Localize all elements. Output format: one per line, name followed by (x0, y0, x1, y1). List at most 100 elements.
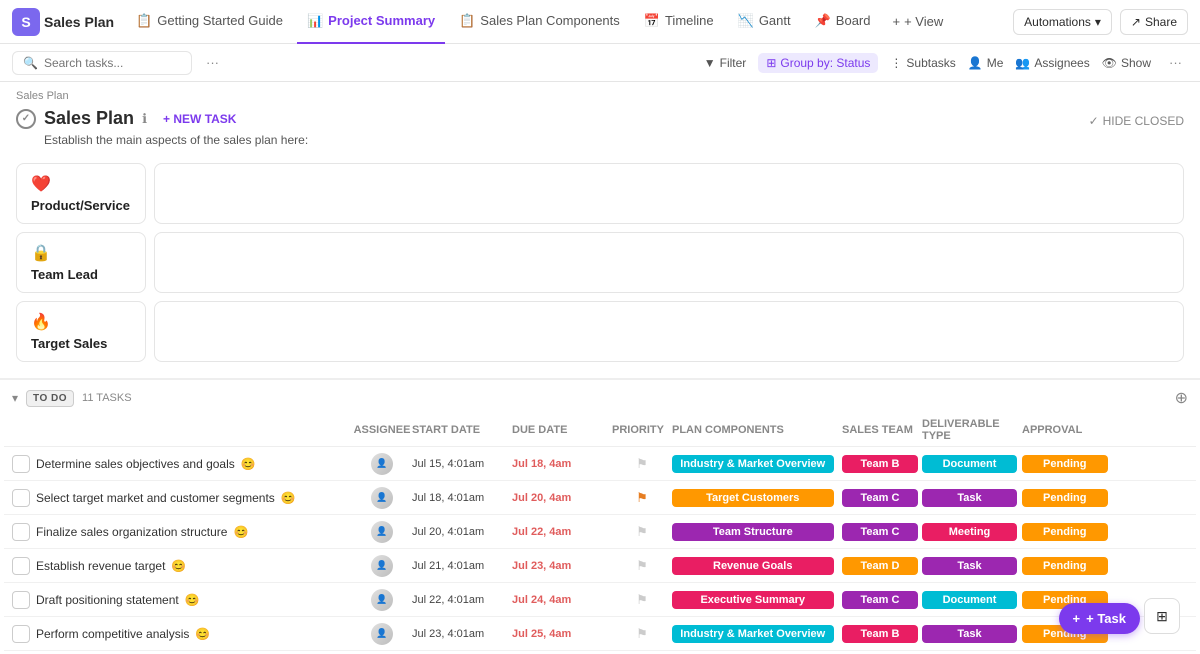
col-header-due: DUE DATE (512, 424, 612, 436)
task-checkbox-5[interactable] (12, 625, 30, 643)
approval-col-1: Pending (1022, 489, 1112, 507)
tab-getting-started[interactable]: 📋 Getting Started Guide (126, 0, 293, 44)
task-name-2[interactable]: Finalize sales organization structure (36, 525, 227, 539)
share-icon: ↗ (1131, 15, 1141, 29)
sales-team-badge-2: Team C (842, 523, 918, 541)
task-checkbox-4[interactable] (12, 591, 30, 609)
deliverable-col-3: Task (922, 557, 1022, 575)
task-name-1[interactable]: Select target market and customer segmen… (36, 491, 275, 505)
automations-btn[interactable]: Automations ▾ (1013, 9, 1112, 35)
task-checkbox-1[interactable] (12, 489, 30, 507)
tab-project-summary[interactable]: 📊 Project Summary (297, 0, 445, 44)
team-lead-card[interactable]: 🔒 Team Lead (16, 232, 146, 293)
tab-timeline[interactable]: 📅 Timeline (634, 0, 724, 44)
avatar-0: 👤 (371, 453, 393, 475)
task-name-4[interactable]: Draft positioning statement (36, 593, 179, 607)
assignees-icon: 👥 (1015, 56, 1030, 70)
sales-team-col-5: Team B (842, 625, 922, 643)
task-name-0[interactable]: Determine sales objectives and goals (36, 457, 235, 471)
project-header: ✓ Sales Plan ℹ + NEW TASK ✓ HIDE CLOSED … (0, 104, 1200, 155)
sales-team-col-2: Team C (842, 523, 922, 541)
breadcrumb: Sales Plan (0, 82, 1200, 104)
team-lead-emoji: 🔒 (31, 243, 131, 263)
hide-closed-btn[interactable]: ✓ HIDE CLOSED (1089, 114, 1184, 128)
task-name-col-5: Perform competitive analysis 😊 (36, 627, 352, 641)
project-name: Sales Plan (44, 14, 114, 30)
floating-task-btn[interactable]: + + Task (1059, 603, 1140, 634)
share-btn[interactable]: ↗ Share (1120, 9, 1188, 35)
task-count: 11 TASKS (82, 392, 132, 404)
info-cards-panel: ❤️ Product/Service 🔒 Team Lead 🔥 Target … (0, 155, 1200, 378)
group-by-btn[interactable]: ⊞ Group by: Status (758, 53, 878, 73)
task-name-col-4: Draft positioning statement 😊 (36, 593, 352, 607)
project-status-icon[interactable]: ✓ (16, 109, 36, 129)
filter-icon: ▼ (704, 56, 716, 70)
search-box[interactable]: 🔍 (12, 51, 192, 75)
target-sales-card[interactable]: 🔥 Target Sales (16, 301, 146, 362)
avatar-3: 👤 (371, 555, 393, 577)
tab-gantt-icon: 📉 (738, 13, 754, 29)
deliverable-badge-3: Task (922, 557, 1017, 575)
tab-gantt[interactable]: 📉 Gantt (728, 0, 801, 44)
add-view-btn[interactable]: + + View (885, 14, 952, 29)
subtasks-btn[interactable]: ⋮ Subtasks (890, 56, 955, 70)
plan-badge-2: Team Structure (672, 523, 834, 541)
filter-btn[interactable]: ▼ Filter (704, 56, 747, 70)
tab-board-icon: 📌 (815, 13, 831, 29)
add-icon: + (893, 14, 901, 29)
deliverable-col-5: Task (922, 625, 1022, 643)
tab-board[interactable]: 📌 Board (805, 0, 881, 44)
start-col-3: Jul 21, 4:01am (412, 560, 512, 572)
section-toggle-icon[interactable]: ▾ (12, 391, 18, 405)
assignees-btn[interactable]: 👥 Assignees (1015, 56, 1089, 70)
me-btn[interactable]: 👤 Me (968, 56, 1004, 70)
sales-team-col-1: Team C (842, 489, 922, 507)
task-checkbox-3[interactable] (12, 557, 30, 575)
due-col-4: Jul 24, 4am (512, 594, 612, 606)
start-col-1: Jul 18, 4:01am (412, 492, 512, 504)
tab-board-label: Board (836, 13, 871, 28)
hide-closed-label: HIDE CLOSED (1103, 114, 1184, 128)
toolbar: 🔍 ··· ▼ Filter ⊞ Group by: Status ⋮ Subt… (0, 44, 1200, 82)
top-nav: S Sales Plan 📋 Getting Started Guide 📊 P… (0, 0, 1200, 44)
col-header-priority: PRIORITY (612, 424, 672, 436)
task-checkbox-0[interactable] (12, 455, 30, 473)
approval-badge-3: Pending (1022, 557, 1108, 575)
task-name-3[interactable]: Establish revenue target (36, 559, 165, 573)
filter-label: Filter (720, 56, 747, 70)
task-emoji-2: 😊 (233, 525, 248, 539)
deliverable-badge-2: Meeting (922, 523, 1017, 541)
show-btn[interactable]: 👁 Show (1102, 56, 1151, 70)
toolbar-more-icon[interactable]: ··· (1163, 53, 1188, 72)
more-options-icon[interactable]: ··· (200, 53, 225, 72)
deliverable-badge-0: Document (922, 455, 1017, 473)
flag-icon-0: ⚑ (636, 456, 648, 472)
top-nav-right: Automations ▾ ↗ Share (1013, 9, 1188, 35)
task-row: Establish revenue target 😊 👤 Jul 21, 4:0… (4, 549, 1196, 583)
app-icon: S (12, 8, 40, 36)
target-sales-emoji: 🔥 (31, 312, 131, 332)
col-header-sales-team: SALES TEAM (842, 424, 922, 436)
project-title-row: ✓ Sales Plan ℹ + NEW TASK ✓ HIDE CLOSED (16, 108, 1184, 133)
task-row: Perform competitive analysis 😊 👤 Jul 23,… (4, 617, 1196, 651)
floating-grid-btn[interactable]: ⊞ (1144, 598, 1180, 634)
plan-badge-3: Revenue Goals (672, 557, 834, 575)
tab-sales-plan-components[interactable]: 📋 Sales Plan Components (449, 0, 630, 44)
product-service-card[interactable]: ❤️ Product/Service (16, 163, 146, 224)
avatar-4: 👤 (371, 589, 393, 611)
new-task-btn[interactable]: + NEW TASK (163, 112, 236, 126)
deliverable-col-0: Document (922, 455, 1022, 473)
flag-icon-2: ⚑ (636, 524, 648, 540)
start-col-2: Jul 20, 4:01am (412, 526, 512, 538)
task-name-col-1: Select target market and customer segmen… (36, 491, 352, 505)
task-emoji-0: 😊 (241, 457, 256, 471)
search-input[interactable] (44, 56, 181, 70)
info-icon: ℹ (142, 111, 147, 127)
task-name-col-0: Determine sales objectives and goals 😊 (36, 457, 352, 471)
chevron-down-icon: ▾ (1095, 15, 1101, 29)
tab-timeline-icon: 📅 (644, 13, 660, 29)
approval-col-2: Pending (1022, 523, 1112, 541)
add-column-btn[interactable]: ⊕ (1175, 388, 1188, 408)
task-name-5[interactable]: Perform competitive analysis (36, 627, 189, 641)
task-checkbox-2[interactable] (12, 523, 30, 541)
